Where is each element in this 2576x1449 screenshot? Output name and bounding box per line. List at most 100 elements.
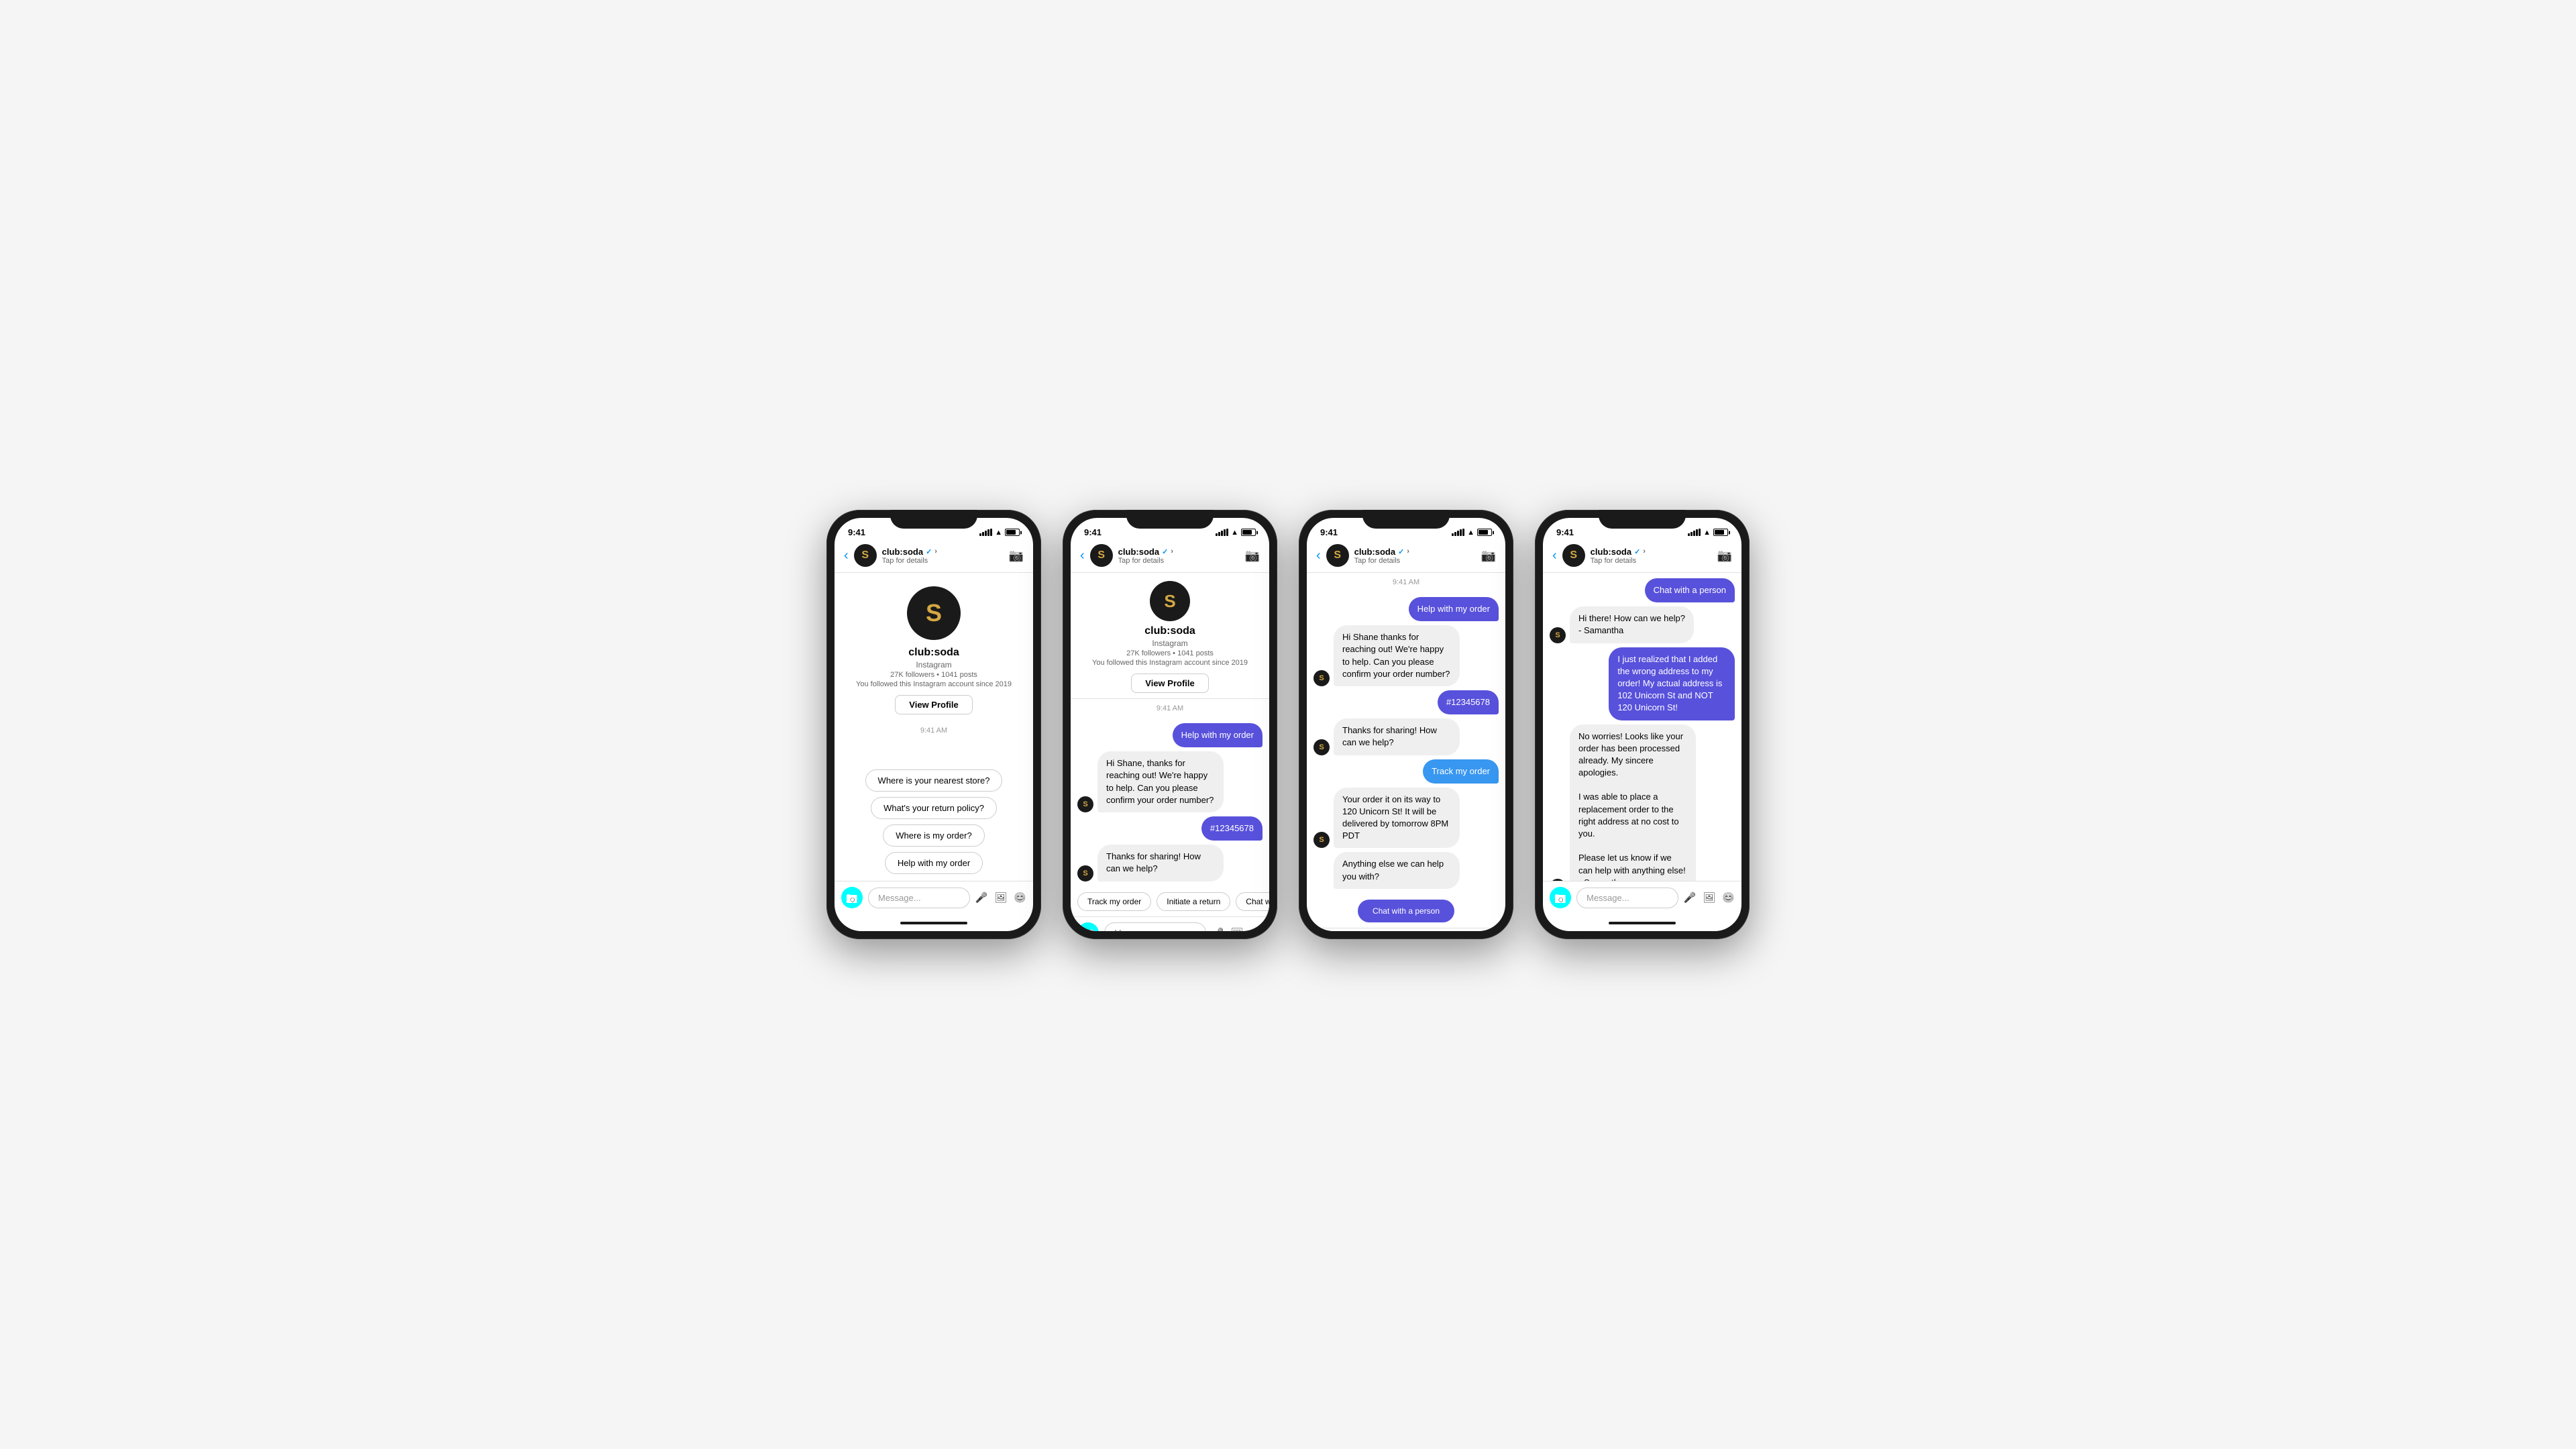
quick-reply-chip[interactable]: What's your return policy? [871, 797, 997, 819]
nav-info: club:soda✓›Tap for details [1118, 547, 1245, 565]
phone-2: 9:41▲‹Sclub:soda✓›Tap for details📷Sclub:… [1063, 510, 1277, 939]
message-bubble: No worries! Looks like your order has be… [1570, 724, 1696, 881]
verified-icon: ✓ [926, 547, 932, 556]
battery-icon [1713, 529, 1728, 536]
nav-name: club:soda✓› [1354, 547, 1481, 557]
signal-icon [979, 529, 992, 536]
message-row: Track my order [1313, 759, 1499, 784]
video-icon[interactable]: 📷 [1717, 549, 1732, 563]
back-button[interactable]: ‹ [1552, 548, 1557, 564]
nav-subtitle[interactable]: Tap for details [1354, 557, 1481, 565]
nav-subtitle[interactable]: Tap for details [1591, 557, 1717, 565]
notch [1126, 510, 1214, 529]
chevron-icon: › [1171, 547, 1173, 555]
microphone-icon[interactable]: 🎤 [975, 892, 988, 904]
message-bubble: Help with my order [1409, 597, 1499, 621]
nav-bar: ‹Sclub:soda✓›Tap for details📷 [835, 540, 1033, 573]
chat-content: Sclub:sodaInstagram27K followers • 1041 … [835, 573, 1033, 881]
nav-avatar: S [1562, 544, 1585, 567]
status-icons: ▲ [1216, 529, 1256, 537]
camera-button[interactable]: 📷 [841, 887, 863, 908]
chevron-icon: › [1643, 547, 1646, 555]
signal-icon [1688, 529, 1701, 536]
emoji-icon[interactable]: 😊 [1722, 892, 1735, 904]
message-row: SYour order it on its way to 120 Unicorn… [1313, 788, 1499, 849]
emoji-icon[interactable]: 😊 [1250, 927, 1263, 932]
quick-reply-chip[interactable]: Help with my order [885, 852, 983, 874]
message-bubble: I just realized that I added the wrong a… [1609, 647, 1735, 720]
signal-icon [1452, 529, 1464, 536]
message-row: I just realized that I added the wrong a… [1550, 647, 1735, 720]
back-button[interactable]: ‹ [1080, 548, 1085, 564]
profile-avatar: S [907, 586, 961, 640]
message-avatar: S [1077, 796, 1093, 812]
view-profile-button[interactable]: View Profile [1131, 674, 1208, 693]
status-icons: ▲ [979, 529, 1020, 537]
video-icon[interactable]: 📷 [1009, 549, 1024, 563]
wifi-icon: ▲ [1231, 529, 1238, 537]
quick-reply-chip[interactable]: Initiate a return [1157, 892, 1230, 911]
video-icon[interactable]: 📷 [1481, 549, 1496, 563]
quick-reply-chip[interactable]: Chat with person [1236, 892, 1269, 911]
chevron-icon: › [934, 547, 937, 555]
signal-icon [1216, 529, 1228, 536]
phone-screen: 9:41▲‹Sclub:soda✓›Tap for details📷Chat w… [1543, 518, 1741, 931]
camera-button[interactable]: 📷 [1077, 922, 1099, 932]
phone-screen: 9:41▲‹Sclub:soda✓›Tap for details📷Sclub:… [835, 518, 1033, 931]
message-bubble: Track my order [1423, 759, 1499, 784]
video-icon[interactable]: 📷 [1245, 549, 1260, 563]
phone-3: 9:41▲‹Sclub:soda✓›Tap for details📷9:41 A… [1299, 510, 1513, 939]
emoji-icon[interactable]: 😊 [1014, 892, 1026, 904]
message-input[interactable]: Message... [1104, 922, 1206, 931]
message-row: #12345678 [1313, 690, 1499, 714]
camera-button[interactable]: 📷 [1550, 887, 1571, 908]
nav-bar: ‹ Sclub:soda✓›Tap for details📷 [1071, 540, 1269, 573]
image-icon[interactable]: 🖼 [994, 892, 1007, 904]
message-row: Help with my order [1313, 597, 1499, 621]
nav-subtitle[interactable]: Tap for details [1118, 557, 1245, 565]
battery-icon [1241, 529, 1256, 536]
profile-name: club:soda [1144, 625, 1195, 637]
microphone-icon[interactable]: 🎤 [1212, 927, 1224, 932]
nav-name: club:soda✓› [1591, 547, 1717, 557]
back-button[interactable]: ‹ [844, 548, 849, 564]
timestamp: 9:41 AM [835, 727, 1033, 735]
phone-screen: 9:41▲‹Sclub:soda✓›Tap for details📷Sclub:… [1071, 518, 1269, 931]
home-indicator [1609, 922, 1676, 924]
profile-name: club:soda [908, 647, 959, 659]
wifi-icon: ▲ [1467, 529, 1474, 537]
input-icons: 🎤 🖼 😊 [1684, 892, 1735, 904]
phone-4: 9:41▲‹Sclub:soda✓›Tap for details📷Chat w… [1535, 510, 1750, 939]
status-icons: ▲ [1688, 529, 1728, 537]
status-icons: ▲ [1452, 529, 1492, 537]
microphone-icon[interactable]: 🎤 [1684, 892, 1697, 904]
message-bubble: Thanks for sharing! How can we help? [1334, 718, 1460, 755]
image-icon[interactable]: 🖼 [1230, 927, 1243, 932]
message-bubble: Help with my order [1173, 723, 1263, 747]
message-row: SHi Shane thanks for reaching out! We're… [1313, 625, 1499, 686]
quick-reply-chip[interactable]: Track my order [1077, 892, 1151, 911]
quick-reply-chip[interactable]: Chat with a person [1358, 900, 1454, 922]
message-row: SNo worries! Looks like your order has b… [1550, 724, 1735, 881]
message-bubble: #12345678 [1201, 816, 1263, 841]
message-row: Chat with a person [1550, 578, 1735, 602]
image-icon[interactable]: 🖼 [1703, 892, 1715, 904]
message-input[interactable]: Message... [1576, 888, 1678, 908]
battery-icon [1005, 529, 1020, 536]
verified-icon: ✓ [1398, 547, 1404, 556]
back-button[interactable]: ‹ [1316, 548, 1321, 564]
message-avatar: S [1077, 865, 1093, 881]
view-profile-button[interactable]: View Profile [895, 695, 972, 714]
quick-reply-chip[interactable]: Where is my order? [883, 824, 984, 847]
quick-reply-chip[interactable]: Where is your nearest store? [865, 769, 1003, 792]
nav-info: club:soda✓›Tap for details [1591, 547, 1717, 565]
message-bubble: Chat with a person [1645, 578, 1735, 602]
status-time: 9:41 [848, 527, 865, 537]
message-row: SThanks for sharing! How can we help? [1077, 845, 1263, 881]
nav-subtitle[interactable]: Tap for details [882, 557, 1009, 565]
nav-name: club:soda✓› [1118, 547, 1245, 557]
message-bubble: Hi there! How can we help? - Samantha [1570, 606, 1694, 643]
message-input[interactable]: Message... [868, 888, 970, 908]
nav-avatar: S [1090, 544, 1113, 567]
quick-replies: Where is your nearest store? What's your … [835, 763, 1033, 881]
